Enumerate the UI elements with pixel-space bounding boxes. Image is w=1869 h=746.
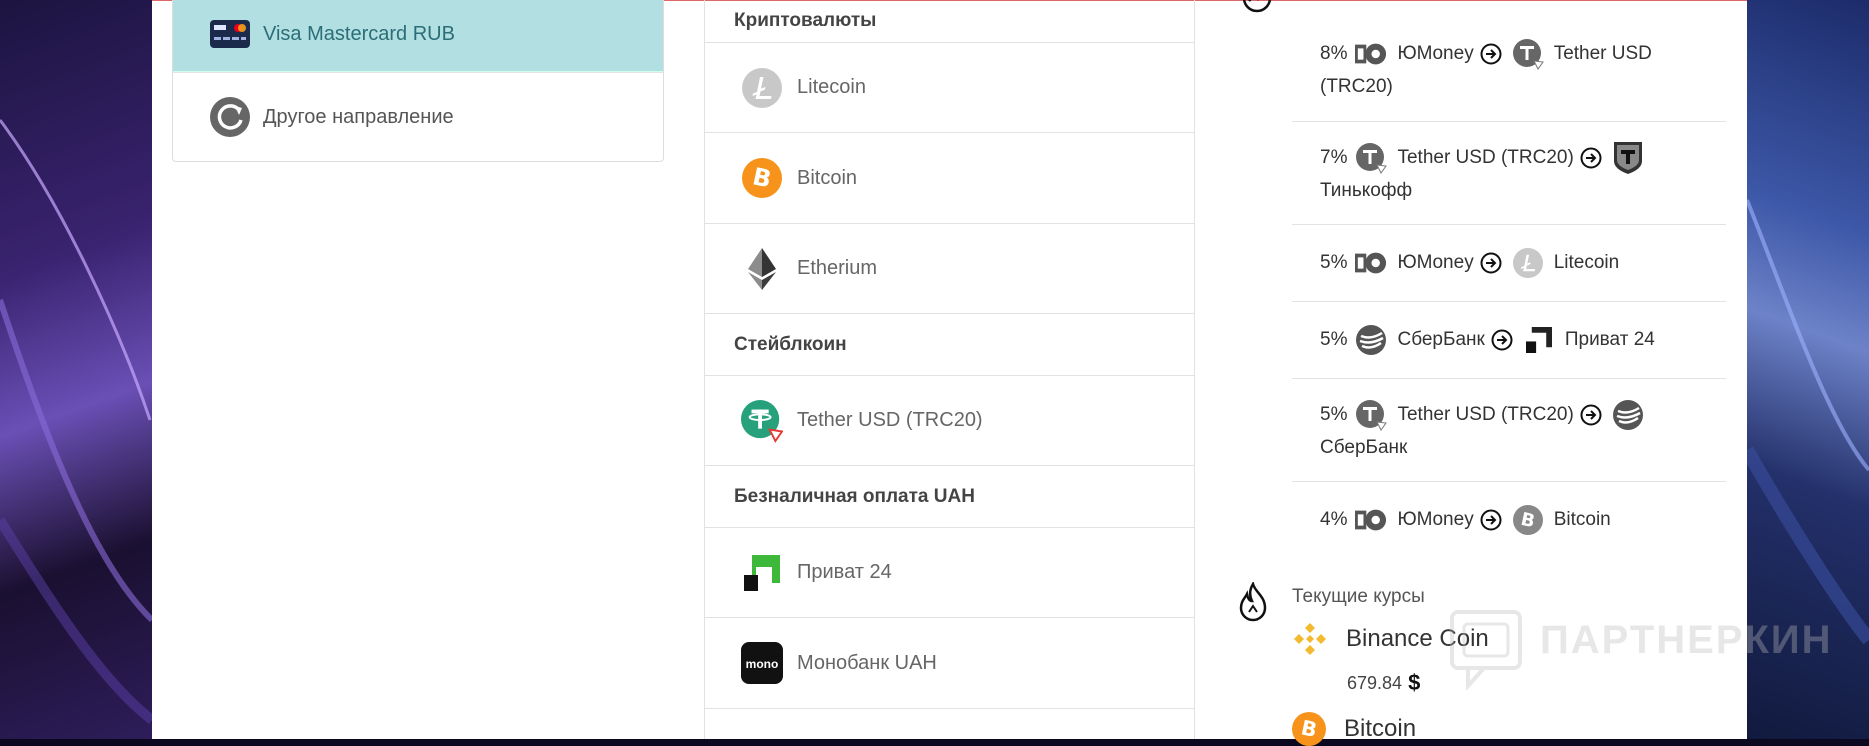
watermark-text: ПАРТНЕРКИН xyxy=(1540,618,1833,662)
arrow-right-icon xyxy=(1580,404,1602,426)
tinkoff-icon xyxy=(1612,142,1644,174)
yoomoney-icon xyxy=(1355,38,1387,70)
tether-icon xyxy=(1355,142,1388,174)
ethereum-icon xyxy=(741,247,783,290)
currency-item-label: Монобанк UAH xyxy=(797,651,937,674)
refresh-icon xyxy=(209,96,251,138)
svg-text:mono: mono xyxy=(746,657,779,671)
tether-icon xyxy=(741,399,783,443)
visa-mastercard-card-icon xyxy=(209,13,251,55)
watermark: ПАРТНЕРКИН xyxy=(1446,610,1831,692)
rates-title: Текущие курсы xyxy=(1292,586,1425,607)
direction-to: Bitcoin xyxy=(1553,509,1611,530)
direction-to: Litecoin xyxy=(1553,252,1620,273)
currency-item-label: Bitcoin xyxy=(797,166,858,189)
currency-item-tether[interactable]: Tether USD (TRC20) xyxy=(705,376,1194,465)
currency-item-label: Litecoin xyxy=(797,76,866,98)
arrow-right-icon xyxy=(1480,43,1502,65)
section-header-stablecoin: Стейблкоин xyxy=(734,333,847,355)
section-header-crypto: Криптовалюты xyxy=(734,10,877,31)
bitcoin-icon: B xyxy=(1292,712,1326,746)
currency-item-privat24[interactable]: Приват 24 xyxy=(705,528,1194,617)
yoomoney-icon xyxy=(1355,247,1387,279)
currency-item-bitcoin[interactable]: B Bitcoin xyxy=(705,133,1194,223)
direction-to-continued: (TRC20) xyxy=(1320,76,1393,97)
currency-item-label: Tether USD (TRC20) xyxy=(797,409,983,431)
direction-percent: 5% xyxy=(1320,252,1348,273)
popular-direction-row[interactable]: 7% Tether USD (TRC20) Тинькофф xyxy=(1292,122,1726,225)
sberbank-icon xyxy=(1355,324,1387,356)
direction-to-continued: СберБанк xyxy=(1320,437,1408,458)
arrow-right-icon xyxy=(1480,252,1502,274)
popular-direction-row[interactable]: 8% ЮMoney Tether USD (TRC20) xyxy=(1292,0,1726,122)
litecoin-icon xyxy=(741,67,783,109)
direction-panel: Visa Mastercard RUB Другое направление xyxy=(172,0,664,162)
direction-to: Приват 24 xyxy=(1564,329,1655,350)
popular-direction-row[interactable]: 4% ЮMoney B Bitcoin xyxy=(1292,482,1726,558)
currency-item-litecoin[interactable]: Litecoin xyxy=(705,43,1194,132)
bitcoin-icon: B xyxy=(741,157,783,199)
direction-to: Tether USD xyxy=(1553,43,1652,64)
currency-item-ethereum[interactable]: Etherium xyxy=(705,224,1194,313)
popular-direction-row[interactable]: 5% СберБанк Приват 24 xyxy=(1292,302,1726,379)
popular-direction-row[interactable]: 5% ЮMoney Litecoin xyxy=(1292,225,1726,302)
direction-to-continued: Тинькофф xyxy=(1320,180,1413,201)
rate-item-bitcoin[interactable]: B Bitcoin xyxy=(1292,712,1416,746)
currency-item-label: Приват 24 xyxy=(797,561,892,583)
dollar-sign: $ xyxy=(1408,670,1421,695)
tether-icon xyxy=(1512,38,1544,70)
direction-percent: 5% xyxy=(1320,329,1348,350)
currency-item-monobank[interactable]: mono Монобанк UAH xyxy=(705,618,1194,708)
privat24-icon xyxy=(741,552,783,594)
background-left xyxy=(0,0,152,739)
bitcoin-icon: B xyxy=(1512,504,1544,536)
monobank-icon: mono xyxy=(741,642,783,684)
direction-from: ЮMoney xyxy=(1397,43,1474,64)
fire-icon xyxy=(1239,582,1267,622)
direction-from: СберБанк xyxy=(1397,329,1485,350)
rate-value-number: 679.84 xyxy=(1347,672,1403,693)
direction-from: Tether USD (TRC20) xyxy=(1397,404,1574,425)
popular-direction-row[interactable]: 5% Tether USD (TRC20) СберБанк xyxy=(1292,379,1726,482)
direction-from: ЮMoney xyxy=(1397,252,1474,273)
currency-item-label: Etherium xyxy=(797,257,878,279)
litecoin-icon xyxy=(1512,247,1544,279)
sberbank-icon xyxy=(1612,399,1644,431)
yoomoney-icon xyxy=(1355,504,1387,536)
direction-item-label: Visa Mastercard RUB xyxy=(263,22,455,45)
arrow-right-icon xyxy=(1480,509,1502,531)
privat24-icon xyxy=(1523,324,1555,356)
rate-value: 679.84 $ xyxy=(1347,670,1420,696)
direction-item-visa-mastercard-rub[interactable]: Visa Mastercard RUB xyxy=(173,0,663,72)
watermark-logo-icon xyxy=(1450,610,1522,692)
binance-coin-icon xyxy=(1292,621,1328,657)
direction-from: ЮMoney xyxy=(1397,509,1474,530)
direction-percent: 7% xyxy=(1320,147,1348,168)
section-header-uah: Безналичная оплата UAH xyxy=(734,485,975,507)
direction-item-label: Другое направление xyxy=(263,105,454,128)
direction-percent: 5% xyxy=(1320,404,1348,425)
trending-icon xyxy=(1242,0,1272,13)
direction-from: Tether USD (TRC20) xyxy=(1397,147,1574,168)
arrow-right-icon xyxy=(1491,329,1513,351)
direction-item-other[interactable]: Другое направление xyxy=(173,72,663,161)
currency-list: Криптовалюты Litecoin B Bitcoin Etherium… xyxy=(704,0,1195,739)
tether-icon xyxy=(1355,399,1388,431)
direction-percent: 4% xyxy=(1320,509,1348,530)
direction-percent: 8% xyxy=(1320,43,1348,64)
arrow-right-icon xyxy=(1580,147,1602,169)
